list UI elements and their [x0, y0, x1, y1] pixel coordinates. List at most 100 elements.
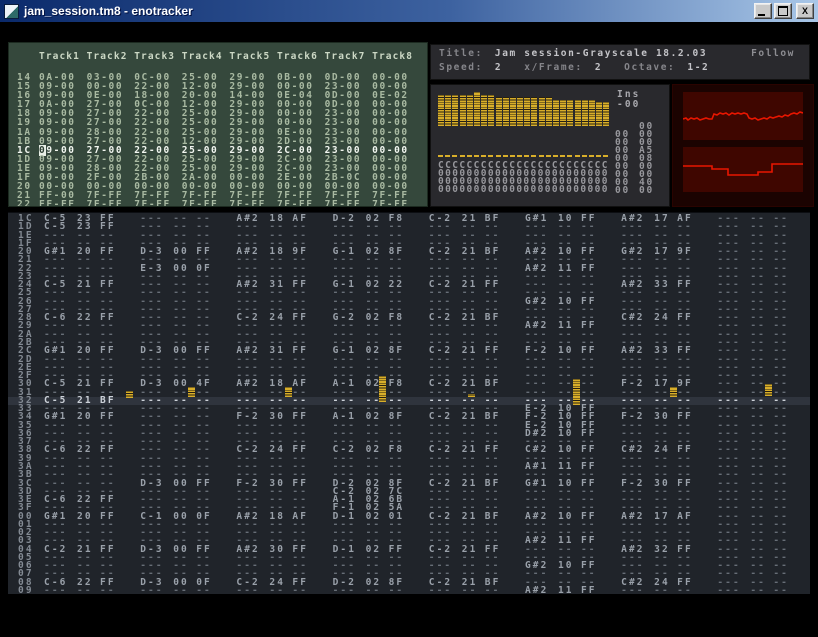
cell-note[interactable]: ---	[429, 587, 462, 594]
song-cell[interactable]: 7F-FF	[134, 200, 174, 207]
envelope-bar	[467, 95, 473, 126]
cell-instrument[interactable]: --	[462, 587, 485, 594]
envelope-bar	[546, 97, 552, 126]
cell-note[interactable]: ---	[621, 587, 654, 594]
baseline-dash	[524, 155, 529, 157]
instrument-table[interactable]: CCCCCCCCCCCCCCCCCCCCCCCC0000000000000000…	[438, 162, 609, 194]
song-cell[interactable]: 7F-FF	[372, 200, 412, 207]
baseline-dash	[452, 155, 457, 157]
cell-volume[interactable]: --	[292, 587, 332, 594]
cell-note[interactable]: ---	[717, 587, 750, 594]
cell-note[interactable]: ---	[44, 587, 77, 594]
cell-instrument[interactable]: --	[750, 587, 773, 594]
pattern-row[interactable]: 09-----------------------------------A#2…	[8, 587, 810, 594]
cell-volume[interactable]: --	[100, 587, 140, 594]
baseline-dash	[589, 155, 594, 157]
instrument-value-row[interactable]: 0000	[615, 187, 663, 195]
vu-meter-bar	[379, 376, 386, 402]
pattern-channel[interactable]: -------	[429, 587, 525, 594]
song-cell[interactable]: 7F-FF	[325, 200, 365, 207]
cell-volume[interactable]: --	[389, 587, 429, 594]
cell-note[interactable]: A#2	[525, 587, 558, 594]
track-header: Track6	[277, 52, 317, 61]
pattern-channel[interactable]: -------	[236, 587, 332, 594]
octave-value[interactable]: 1-2	[687, 62, 709, 73]
cell-volume[interactable]: --	[196, 587, 236, 594]
envelope-bar	[539, 97, 545, 126]
vu-meter-bar	[573, 379, 580, 405]
baseline-dash	[496, 155, 501, 157]
instrument-char-row[interactable]: 000000000000000000000000	[438, 186, 609, 194]
envelope-bar	[531, 97, 537, 126]
title-label: Title:	[439, 48, 483, 59]
baseline-dash	[438, 155, 443, 157]
cell-instrument[interactable]: --	[654, 587, 677, 594]
pattern-channel[interactable]: -------	[140, 587, 236, 594]
song-order-panel: Track1Track2Track3Track4Track5Track6Trac…	[8, 42, 428, 207]
ins-number[interactable]: -00	[617, 100, 640, 110]
cell-volume[interactable]: --	[677, 587, 717, 594]
baseline-dash	[510, 155, 515, 157]
song-cell[interactable]: FF-FF	[39, 200, 79, 207]
envelope-bar	[488, 95, 494, 126]
song-cell[interactable]: 7F-FF	[229, 200, 269, 207]
app-window: jam_session.tm8 - enotracker X Track1Tra…	[0, 0, 818, 637]
cell-note[interactable]: ---	[236, 587, 269, 594]
maximize-button[interactable]	[774, 3, 792, 19]
title-bar[interactable]: jam_session.tm8 - enotracker X	[0, 0, 818, 23]
frame-value[interactable]: 2	[595, 62, 602, 73]
envelope-bar	[560, 100, 566, 126]
song-row-number: 22	[17, 200, 39, 207]
window-title: jam_session.tm8 - enotracker	[24, 4, 193, 18]
minimize-icon	[758, 14, 765, 16]
envelope-bar	[481, 95, 487, 126]
waveform-bottom	[683, 164, 803, 175]
envelope-bar	[567, 100, 573, 126]
envelope-bar	[510, 97, 516, 126]
pattern-rows: 1CC-523FF-------A#218AFD-202F8C-221BFG#1…	[8, 215, 810, 594]
pattern-channel[interactable]: -------	[621, 587, 717, 594]
envelope-bar	[460, 95, 466, 126]
envelope-bar	[582, 100, 588, 126]
envelope-bar	[474, 92, 480, 126]
song-cell[interactable]: 7F-FF	[277, 200, 317, 207]
pattern-channel[interactable]: -------	[333, 587, 429, 594]
cell-instrument[interactable]: --	[173, 587, 196, 594]
song-cell[interactable]: 7F-FF	[182, 200, 222, 207]
pattern-channel[interactable]: A#211FF	[525, 587, 621, 594]
instrument-value: 00	[615, 187, 639, 195]
song-title-value[interactable]: Jam session-Grayscale 18.2.03	[495, 48, 707, 59]
speed-value[interactable]: 2	[495, 62, 502, 73]
pattern-editor[interactable]: 1CC-523FF-------A#218AFD-202F8C-221BFG#1…	[8, 212, 810, 594]
cell-instrument[interactable]: 11	[558, 587, 581, 594]
cell-instrument[interactable]: --	[77, 587, 100, 594]
track-header: Track4	[182, 52, 222, 61]
vu-meter-bar	[670, 387, 677, 397]
song-info-panel: Title: Jam session-Grayscale 18.2.03 Fol…	[430, 44, 810, 80]
cell-volume[interactable]: --	[485, 587, 525, 594]
close-button[interactable]: X	[796, 3, 814, 19]
cell-instrument[interactable]: --	[366, 587, 389, 594]
baseline-dash	[445, 155, 450, 157]
cell-volume[interactable]: FF	[581, 587, 621, 594]
follow-toggle[interactable]: Follow	[751, 48, 795, 59]
song-cell[interactable]: 7F-FF	[87, 200, 127, 207]
baseline-dash	[488, 155, 493, 157]
cell-note[interactable]: ---	[333, 587, 366, 594]
pattern-channel[interactable]: -------	[717, 587, 810, 594]
baseline-dash	[503, 155, 508, 157]
envelope-bar	[496, 97, 502, 126]
baseline-dash	[539, 155, 544, 157]
title-line: Title: Jam session-Grayscale 18.2.03 Fol…	[439, 48, 809, 59]
cell-note[interactable]: ---	[140, 587, 173, 594]
maximize-icon	[778, 6, 788, 16]
baseline-dash	[546, 155, 551, 157]
envelope-bar-graph[interactable]	[438, 92, 614, 126]
pattern-channel[interactable]: -------	[44, 587, 140, 594]
cell-volume[interactable]: --	[773, 587, 810, 594]
oscilloscope-panel	[672, 84, 814, 207]
cell-instrument[interactable]: --	[269, 587, 292, 594]
track-header: Track8	[372, 52, 412, 61]
song-row[interactable]: 22FF-FF 7F-FF 7F-FF 7F-FF 7F-FF 7F-FF 7F-FF 7F-…	[17, 200, 420, 207]
minimize-button[interactable]	[754, 3, 772, 19]
